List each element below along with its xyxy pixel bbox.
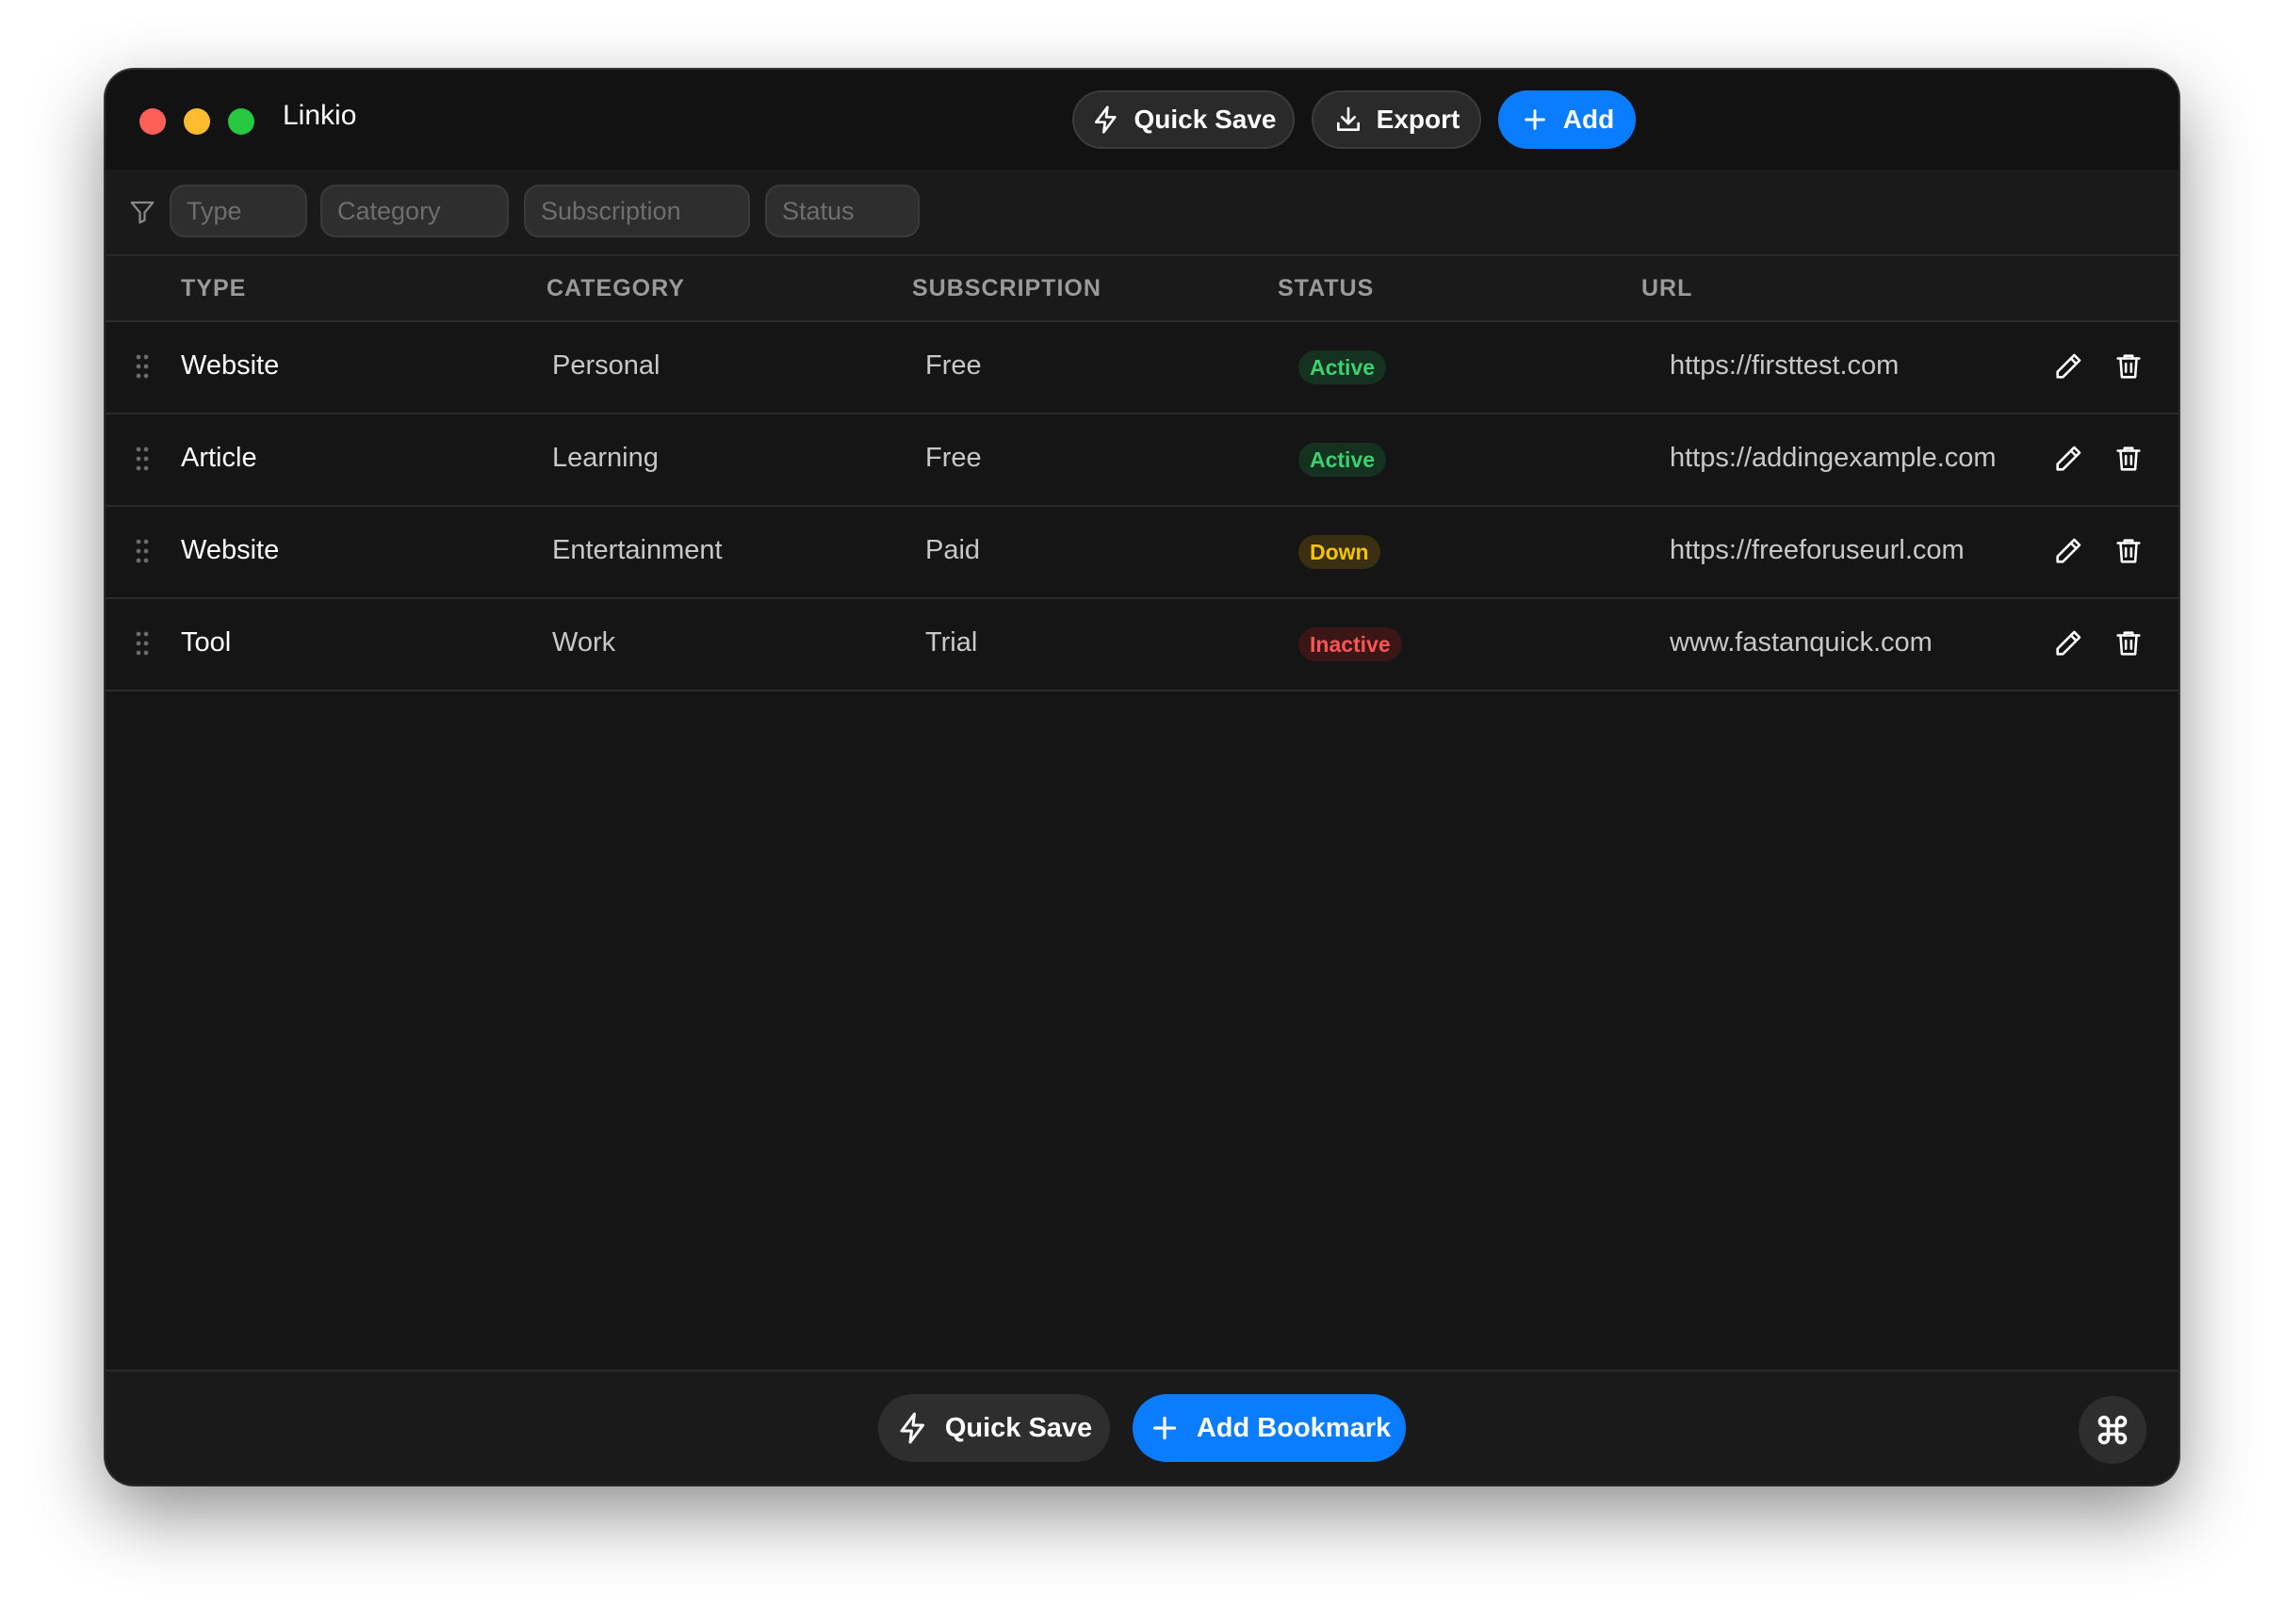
pencil-icon[interactable] xyxy=(2052,443,2084,475)
row-url[interactable]: https://addingexample.com xyxy=(1670,443,1997,474)
subscription-filter[interactable]: Subscription xyxy=(524,185,750,237)
lightning-icon xyxy=(1094,106,1117,134)
add-bookmark-label: Add Bookmark xyxy=(1196,1412,1392,1443)
row-type: Tool xyxy=(181,627,232,658)
minimize-window-button[interactable] xyxy=(184,108,210,135)
app-title: Linkio xyxy=(283,100,357,131)
table-row[interactable]: Website Entertainment Paid Down https://… xyxy=(106,507,2178,599)
trash-icon[interactable] xyxy=(2113,350,2145,382)
column-header-status[interactable]: STATUS xyxy=(1278,275,1374,302)
command-palette-button[interactable] xyxy=(2079,1396,2146,1464)
download-icon xyxy=(1336,106,1360,131)
plus-icon xyxy=(1152,1416,1177,1440)
type-filter[interactable]: Type xyxy=(170,185,307,237)
row-category: Entertainment xyxy=(552,535,723,565)
category-filter[interactable]: Category xyxy=(320,185,509,237)
row-subscription: Free xyxy=(925,350,982,381)
drag-handle-icon[interactable] xyxy=(136,354,149,379)
row-type: Website xyxy=(181,350,280,381)
drag-handle-icon[interactable] xyxy=(136,539,149,563)
filter-icon xyxy=(130,201,155,224)
column-header-type[interactable]: TYPE xyxy=(181,275,246,302)
plus-icon xyxy=(1524,109,1545,130)
status-badge: Down xyxy=(1298,535,1380,569)
trash-icon[interactable] xyxy=(2113,443,2145,475)
column-header-category[interactable]: CATEGORY xyxy=(547,275,685,302)
quick-save-label: Quick Save xyxy=(1134,105,1277,134)
table-row[interactable]: Article Learning Free Active https://add… xyxy=(106,414,2178,507)
row-url[interactable]: https://freeforuseurl.com xyxy=(1670,535,1965,566)
status-filter[interactable]: Status xyxy=(765,185,920,237)
footer-quick-save-button[interactable]: Quick Save xyxy=(878,1394,1110,1462)
maximize-window-button[interactable] xyxy=(228,108,254,135)
lightning-icon xyxy=(900,1412,924,1444)
row-url[interactable]: https://firsttest.com xyxy=(1670,350,1899,382)
add-label: Add xyxy=(1562,105,1615,134)
row-type: Website xyxy=(181,535,280,565)
row-subscription: Paid xyxy=(925,535,981,565)
status-badge: Active xyxy=(1298,350,1387,384)
drag-handle-icon[interactable] xyxy=(136,447,149,471)
row-subscription: Trial xyxy=(925,627,978,658)
table-header: TYPE CATEGORY SUBSCRIPTION STATUS URL xyxy=(106,256,2178,322)
footer-bar: Quick Save Add Bookmark xyxy=(106,1370,2178,1485)
footer-quick-save-label: Quick Save xyxy=(944,1412,1093,1443)
row-type: Article xyxy=(181,443,257,473)
row-category: Learning xyxy=(552,443,659,473)
add-bookmark-button[interactable]: Add Bookmark xyxy=(1133,1394,1406,1462)
pencil-icon[interactable] xyxy=(2052,350,2084,382)
column-header-subscription[interactable]: SUBSCRIPTION xyxy=(912,275,1101,302)
export-button[interactable]: Export xyxy=(1312,90,1481,149)
pencil-icon[interactable] xyxy=(2052,627,2084,659)
row-category: Personal xyxy=(552,350,661,381)
filter-bar: Type Category Subscription Status xyxy=(106,170,2178,256)
table-row[interactable]: Website Personal Free Active https://fir… xyxy=(106,322,2178,414)
status-badge: Inactive xyxy=(1298,627,1402,661)
title-bar: Linkio Quick Save Export Add xyxy=(106,70,2178,170)
trash-icon[interactable] xyxy=(2113,535,2145,567)
export-label: Export xyxy=(1376,105,1460,134)
row-subscription: Free xyxy=(925,443,982,473)
add-button[interactable]: Add xyxy=(1498,90,1636,149)
app-window: Linkio Quick Save Export Add Type Catego… xyxy=(106,70,2178,1485)
status-badge: Active xyxy=(1298,443,1387,477)
quick-save-button[interactable]: Quick Save xyxy=(1072,90,1295,149)
row-category: Work xyxy=(552,627,616,658)
command-icon xyxy=(2097,1415,2128,1445)
drag-handle-icon[interactable] xyxy=(136,631,149,656)
trash-icon[interactable] xyxy=(2113,627,2145,659)
table-row[interactable]: Tool Work Trial Inactive www.fastanquick… xyxy=(106,599,2178,691)
pencil-icon[interactable] xyxy=(2052,535,2084,567)
close-window-button[interactable] xyxy=(139,108,166,135)
column-header-url[interactable]: URL xyxy=(1641,275,1692,302)
row-url[interactable]: www.fastanquick.com xyxy=(1670,627,1933,658)
